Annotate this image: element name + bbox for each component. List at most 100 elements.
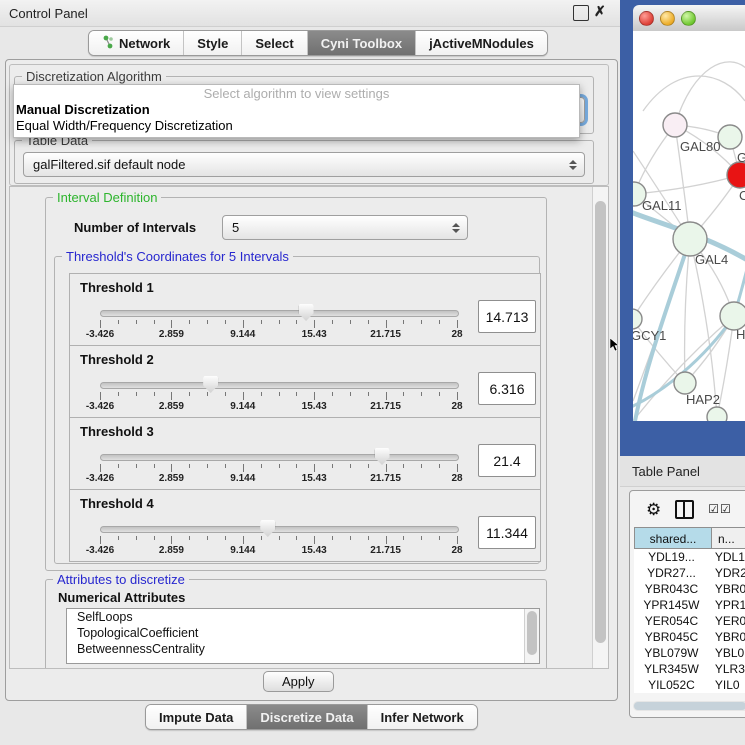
screen: { "control_panel": { "title": "Control P…: [0, 0, 745, 745]
slider-thumb[interactable]: [260, 520, 275, 537]
network-node-label: C: [739, 188, 745, 203]
algorithm-dropdown-popup: Select algorithm to view settings Manual…: [13, 84, 580, 138]
table-row[interactable]: YIL052CYIL0: [634, 677, 745, 693]
attribute-list-item[interactable]: TopologicalCoefficient: [67, 625, 539, 641]
slider-thumb[interactable]: [375, 448, 390, 465]
column-header-name[interactable]: n...: [712, 527, 745, 549]
table-row[interactable]: YBR045CYBR0: [634, 629, 745, 645]
tab-impute-data[interactable]: Impute Data: [146, 705, 247, 729]
threshold-value-field[interactable]: 14.713: [478, 300, 536, 333]
combo-arrows-icon: [564, 160, 582, 170]
threshold-value-field[interactable]: 11.344: [478, 516, 536, 549]
slider-ticks: [100, 536, 457, 544]
slider-thumb[interactable]: [299, 304, 314, 321]
network-node[interactable]: [673, 222, 707, 256]
network-node-label: GAL11: [642, 198, 682, 213]
control-panel-title: Control Panel: [9, 6, 88, 21]
tab-discretize-data[interactable]: Discretize Data: [247, 705, 367, 729]
network-node[interactable]: [707, 407, 727, 421]
table-panel-titlebar: Table Panel: [620, 456, 745, 487]
slider-track[interactable]: [100, 526, 459, 533]
tab-style[interactable]: Style: [184, 31, 242, 55]
network-icon: [102, 35, 114, 52]
slider-scale-labels: -3.4262.8599.14415.4321.71528: [100, 401, 457, 413]
column-header-shared-name[interactable]: shared...: [634, 527, 712, 549]
thresholds-group-title: Threshold's Coordinates for 5 Intervals: [62, 249, 293, 264]
table-data-group: Table Data galFiltered.sif default node: [14, 140, 594, 184]
thresholds-group: Threshold's Coordinates for 5 Intervals …: [54, 256, 540, 564]
network-node[interactable]: [720, 302, 745, 330]
network-node[interactable]: [663, 113, 687, 137]
slider-scale-labels: -3.4262.8599.14415.4321.71528: [100, 545, 457, 557]
tab-select[interactable]: Select: [242, 31, 307, 55]
table-toolbar: ⚙ ☑☑: [630, 491, 745, 527]
table-row[interactable]: YDR27...YDR2: [634, 565, 745, 581]
threshold-row: Threshold 1 -3.4262.8599.14415.4321.71528…: [69, 273, 541, 346]
network-node[interactable]: [718, 125, 742, 149]
threshold-label: Threshold 3: [80, 424, 154, 439]
threshold-label: Threshold 1: [80, 280, 154, 295]
discretization-algorithm-group-title: Discretization Algorithm: [22, 69, 166, 84]
attributes-group: Attributes to discretize Numerical Attri…: [45, 579, 547, 669]
tab-cyni-toolbox[interactable]: Cyni Toolbox: [308, 31, 416, 55]
slider-track[interactable]: [100, 454, 459, 461]
threshold-label: Threshold 2: [80, 352, 154, 367]
tab-network[interactable]: Network: [89, 31, 184, 55]
table-row[interactable]: YDL19...YDL1: [634, 549, 745, 565]
algorithm-option[interactable]: Equal Width/Frequency Discretization: [14, 118, 579, 134]
slider-ticks: [100, 392, 457, 400]
slider-track[interactable]: [100, 382, 459, 389]
network-node-label: GA: [737, 150, 745, 165]
table-row[interactable]: YBL079WYBL0: [634, 645, 745, 661]
table-row[interactable]: YPR145WYPR1: [634, 597, 745, 613]
threshold-slider[interactable]: -3.4262.8599.14415.4321.71528: [100, 380, 457, 410]
attribute-list-item[interactable]: SelfLoops: [67, 609, 539, 625]
threshold-value-field[interactable]: 21.4: [478, 444, 536, 477]
attribute-list-item[interactable]: BetweennessCentrality: [67, 641, 539, 657]
slider-track[interactable]: [100, 310, 459, 317]
table-row[interactable]: YER054CYER0: [634, 613, 745, 629]
threshold-slider[interactable]: -3.4262.8599.14415.4321.71528: [100, 524, 457, 554]
gear-icon[interactable]: ⚙: [646, 501, 661, 518]
zoom-traffic-light-icon[interactable]: [681, 11, 696, 26]
apply-button[interactable]: Apply: [263, 671, 334, 692]
checkbox-checked-icon[interactable]: ☑☑: [708, 502, 732, 516]
num-intervals-combobox[interactable]: 5: [222, 215, 468, 240]
network-node-label: GAL4: [695, 252, 728, 267]
threshold-row: Threshold 4-3.4262.8599.14415.4321.71528…: [69, 489, 541, 562]
table-horizontal-scrollbar[interactable]: [633, 701, 745, 711]
tab-jactivemnodules[interactable]: jActiveMNodules: [416, 31, 547, 55]
float-window-icon[interactable]: [573, 5, 589, 21]
interval-definition-title: Interval Definition: [53, 190, 161, 205]
numerical-attributes-label: Numerical Attributes: [58, 590, 185, 605]
network-node[interactable]: [633, 309, 642, 329]
network-window-titlebar[interactable]: [633, 5, 745, 32]
close-traffic-light-icon[interactable]: [639, 11, 654, 26]
minimize-traffic-light-icon[interactable]: [660, 11, 675, 26]
table-panel-title: Table Panel: [632, 464, 700, 479]
split-view-icon[interactable]: [675, 500, 694, 519]
threshold-slider[interactable]: -3.4262.8599.14415.4321.71528: [100, 452, 457, 482]
tab-infer-network[interactable]: Infer Network: [368, 705, 477, 729]
threshold-slider[interactable]: -3.4262.8599.14415.4321.71528: [100, 308, 457, 338]
algorithm-option[interactable]: Manual Discretization: [14, 102, 579, 118]
combo-arrows-icon: [447, 223, 465, 233]
control-panel-titlebar: Control Panel ✗: [0, 0, 620, 27]
numerical-attributes-list[interactable]: SelfLoopsTopologicalCoefficientBetweenne…: [66, 608, 540, 664]
slider-thumb[interactable]: [203, 376, 218, 393]
network-node[interactable]: [727, 162, 745, 188]
close-icon[interactable]: ✗: [594, 3, 606, 20]
table-row[interactable]: YBR043CYBR0: [634, 581, 745, 597]
table-row[interactable]: YLR345WYLR3: [634, 661, 745, 677]
table-data-combobox[interactable]: galFiltered.sif default node: [23, 152, 585, 177]
interval-definition-group: Interval Definition Number of Intervals …: [45, 197, 547, 571]
settings-scrollbar[interactable]: [592, 187, 608, 668]
num-intervals-label: Number of Intervals: [74, 220, 196, 235]
network-node[interactable]: [674, 372, 696, 394]
network-canvas[interactable]: GAL80GACGAL11GAL4GCY1HHAP2: [633, 31, 745, 421]
algorithm-placeholder-item[interactable]: Select algorithm to view settings: [14, 85, 579, 102]
network-node-label: GAL80: [680, 139, 720, 154]
list-scrollbar[interactable]: [524, 609, 539, 663]
threshold-value-field[interactable]: 6.316: [478, 372, 536, 405]
cyni-mode-tabbar: Impute DataDiscretize DataInfer Network: [145, 704, 478, 730]
